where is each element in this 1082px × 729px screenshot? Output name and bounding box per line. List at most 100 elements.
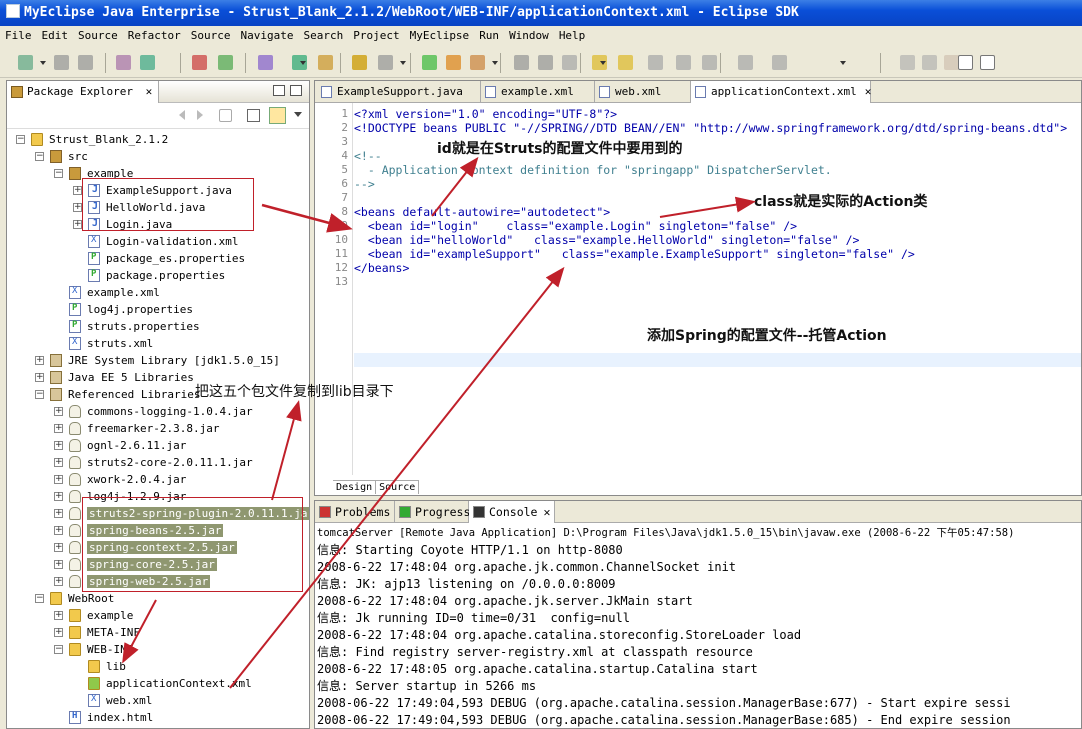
- tree-expand-toggle[interactable]: −: [35, 390, 44, 399]
- window-icon[interactable]: [738, 55, 753, 70]
- collapse-all-icon[interactable]: [247, 109, 260, 122]
- package-explorer-tab[interactable]: Package Explorer ✕: [7, 81, 160, 103]
- close-icon[interactable]: ✕: [543, 505, 550, 519]
- forward-icon[interactable]: [197, 110, 209, 120]
- menu-item-navigate[interactable]: Navigate: [235, 26, 298, 46]
- code-line[interactable]: <beans default-autowire="autodetect">: [354, 205, 610, 219]
- code-line[interactable]: <bean id="login" class="example.Login" s…: [354, 219, 797, 233]
- debug-icon[interactable]: [140, 55, 155, 70]
- menu-item-myeclipse[interactable]: MyEclipse: [405, 26, 475, 46]
- editor-mode-tab-source[interactable]: Source: [376, 481, 420, 494]
- maximize-editor-icon[interactable]: [958, 55, 973, 70]
- new-icon[interactable]: [18, 55, 33, 70]
- tree-expand-toggle[interactable]: −: [35, 152, 44, 161]
- tree-item[interactable]: WEB-INF: [87, 641, 133, 658]
- save-icon[interactable]: [54, 55, 69, 70]
- tree-item[interactable]: freemarker-2.3.8.jar: [87, 420, 219, 437]
- forward-icon[interactable]: [648, 55, 663, 70]
- tree-item[interactable]: Java EE 5 Libraries: [68, 369, 194, 386]
- tree-item[interactable]: example.xml: [87, 284, 160, 301]
- tree-expand-toggle[interactable]: +: [73, 203, 82, 212]
- tree-expand-toggle[interactable]: +: [54, 628, 63, 637]
- perspective-icon[interactable]: [944, 55, 959, 70]
- tree-item[interactable]: commons-logging-1.0.4.jar: [87, 403, 253, 420]
- tree-expand-toggle[interactable]: +: [73, 186, 82, 195]
- open-type-icon[interactable]: [116, 55, 131, 70]
- restore-editor-icon[interactable]: [980, 55, 995, 70]
- tree-expand-toggle[interactable]: +: [54, 441, 63, 450]
- toggle-mark-icon[interactable]: [514, 55, 529, 70]
- open-perspective-icon[interactable]: [922, 55, 937, 70]
- tree-expand-toggle[interactable]: −: [16, 135, 25, 144]
- tree-expand-toggle[interactable]: +: [54, 543, 63, 552]
- tree-item[interactable]: struts.xml: [87, 335, 153, 352]
- toolbar-dropdown-icon[interactable]: [492, 61, 498, 65]
- tree-expand-toggle[interactable]: +: [35, 373, 44, 382]
- tree-expand-toggle[interactable]: +: [54, 424, 63, 433]
- tree-expand-toggle[interactable]: −: [54, 645, 63, 654]
- console-tab-problems[interactable]: Problems: [315, 501, 395, 523]
- code-line[interactable]: <bean id="exampleSupport" class="example…: [354, 247, 915, 261]
- new-package-icon[interactable]: [318, 55, 333, 70]
- toolbar-dropdown-icon[interactable]: [400, 61, 406, 65]
- editor-tab-applicationcontext-xml[interactable]: applicationContext.xml ✕: [691, 81, 871, 103]
- tree-item[interactable]: example: [87, 607, 133, 624]
- tree-item[interactable]: ognl-2.6.11.jar: [87, 437, 186, 454]
- tree-expand-toggle[interactable]: +: [54, 492, 63, 501]
- annotation-icon[interactable]: [538, 55, 553, 70]
- menu-item-file[interactable]: File: [0, 26, 37, 46]
- tree-item[interactable]: META-INF: [87, 624, 140, 641]
- tree-expand-toggle[interactable]: −: [35, 594, 44, 603]
- close-icon[interactable]: ✕: [146, 85, 153, 98]
- tree-item[interactable]: struts.properties: [87, 318, 200, 335]
- console-tab-progress[interactable]: Progress: [395, 501, 470, 523]
- tree-item[interactable]: lib: [106, 658, 126, 675]
- menu-item-search[interactable]: Search: [298, 26, 348, 46]
- editor-mode-tab-design[interactable]: Design: [333, 481, 377, 494]
- open-folder-icon[interactable]: [470, 55, 485, 70]
- menu-item-refactor[interactable]: Refactor: [123, 26, 186, 46]
- run-tools-icon[interactable]: [446, 55, 461, 70]
- menu-item-run[interactable]: Run: [474, 26, 504, 46]
- open-resource-icon[interactable]: [378, 55, 393, 70]
- tree-item[interactable]: Referenced Libraries: [68, 386, 200, 403]
- tree-expand-toggle[interactable]: +: [54, 458, 63, 467]
- toolbar-dropdown-icon[interactable]: [300, 61, 306, 65]
- tree-item[interactable]: Strust_Blank_2.1.2: [49, 131, 168, 148]
- tree-item[interactable]: Login-validation.xml: [106, 233, 238, 250]
- tree-expand-toggle[interactable]: +: [73, 220, 82, 229]
- print-icon[interactable]: [78, 55, 93, 70]
- code-line[interactable]: <?xml version="1.0" encoding="UTF-8"?>: [354, 107, 617, 121]
- server-icon[interactable]: [258, 55, 273, 70]
- code-line[interactable]: <!--: [354, 149, 382, 163]
- menu-item-source[interactable]: Source: [73, 26, 123, 46]
- close-icon[interactable]: ✕: [865, 85, 872, 98]
- menu-item-help[interactable]: Help: [554, 26, 591, 46]
- menu-item-edit[interactable]: Edit: [37, 26, 74, 46]
- tree-item[interactable]: applicationContext.xml: [106, 675, 252, 692]
- code-line[interactable]: <bean id="helloWorld" class="example.Hel…: [354, 233, 860, 247]
- link-with-editor-icon[interactable]: [269, 107, 286, 124]
- code-line[interactable]: <!DOCTYPE beans PUBLIC "-//SPRING//DTD B…: [354, 121, 1067, 135]
- menu-item-source[interactable]: Source: [186, 26, 236, 46]
- bug-icon[interactable]: [192, 55, 207, 70]
- tree-expand-toggle[interactable]: +: [54, 611, 63, 620]
- tree-item[interactable]: src: [68, 148, 88, 165]
- tree-item[interactable]: index.html: [87, 709, 153, 726]
- search-icon[interactable]: [562, 55, 577, 70]
- back-icon[interactable]: [618, 55, 633, 70]
- run-icon[interactable]: [422, 55, 437, 70]
- minimize-view-button[interactable]: [273, 85, 285, 96]
- layout-icon[interactable]: [772, 55, 787, 70]
- code-line[interactable]: -->: [354, 177, 375, 191]
- toolbar-dropdown-icon[interactable]: [40, 61, 46, 65]
- code-line[interactable]: </beans>: [354, 261, 409, 275]
- pin-editor-icon[interactable]: [900, 55, 915, 70]
- pin-icon[interactable]: [676, 55, 691, 70]
- tree-item[interactable]: WebRoot: [68, 590, 114, 607]
- code-line[interactable]: - Application context definition for "sp…: [354, 163, 832, 177]
- tree-expand-toggle[interactable]: +: [54, 560, 63, 569]
- maximize-view-button[interactable]: [290, 85, 302, 96]
- new-class-icon[interactable]: [352, 55, 367, 70]
- up-icon[interactable]: [219, 109, 232, 122]
